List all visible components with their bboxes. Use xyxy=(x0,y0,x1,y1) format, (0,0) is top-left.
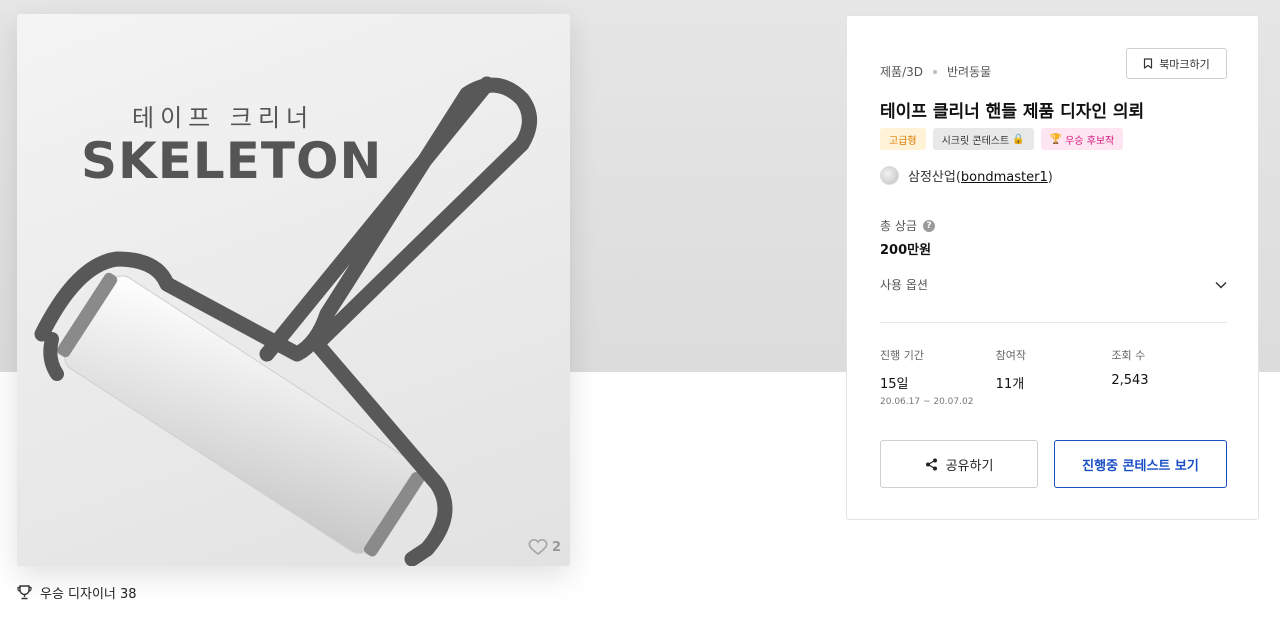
stat-participants: 참여작 11개 xyxy=(996,347,1112,407)
like-button[interactable]: 2 xyxy=(528,538,561,556)
breadcrumb: 제품/3D 반려동물 xyxy=(880,63,991,80)
tape-cleaner-illustration xyxy=(34,76,537,566)
host-name: 삼정산업(bondmaster1) xyxy=(908,170,1053,185)
bookmark-button[interactable]: 북마크하기 xyxy=(1126,48,1227,79)
heart-icon xyxy=(528,538,548,556)
lock-icon: 🔒 xyxy=(1012,133,1025,145)
bookmark-icon xyxy=(1144,58,1153,69)
host-info: 삼정산업(bondmaster1) xyxy=(880,166,1053,185)
avatar xyxy=(880,166,899,185)
divider xyxy=(880,322,1227,323)
image-title-english: SKELETON xyxy=(81,132,383,190)
stat-period-range: 20.06.17 ~ 20.07.02 xyxy=(880,397,974,407)
winner-candidate-label: 우승 후보작 xyxy=(1065,135,1115,147)
host-id-link[interactable]: bondmaster1 xyxy=(961,170,1048,185)
stat-participants-value: 11개 xyxy=(995,377,1025,392)
chevron-down-icon xyxy=(1215,281,1227,289)
badge-list: 고급형 시크릿 콘테스트 🔒 🏆 우승 후보작 xyxy=(880,128,1124,150)
trophy-icon xyxy=(17,585,32,600)
image-title-korean: 테이프 크리너 xyxy=(132,104,315,132)
bookmark-label: 북마크하기 xyxy=(1159,57,1210,71)
stat-participants-label: 참여작 xyxy=(995,349,1027,362)
contest-title: 테이프 클리너 핸들 제품 디자인 의뢰 xyxy=(880,102,1145,122)
premium-badge: 고급형 xyxy=(880,128,926,150)
trophy-icon: 🏆 xyxy=(1049,133,1063,145)
stat-views: 조회 수 2,543 xyxy=(1111,347,1227,407)
share-icon xyxy=(925,458,937,470)
breadcrumb-separator xyxy=(933,69,937,74)
share-button[interactable]: 공유하기 xyxy=(880,440,1038,488)
share-label: 공유하기 xyxy=(945,458,994,474)
prize-label: 총 상금 ? xyxy=(880,217,935,234)
contest-stats: 진행 기간 15일 20.06.17 ~ 20.07.02 참여작 11개 조회… xyxy=(880,347,1227,407)
stat-views-value: 2,543 xyxy=(1111,373,1149,388)
stat-period-label: 진행 기간 xyxy=(880,349,924,362)
secret-contest-badge: 시크릿 콘테스트 🔒 xyxy=(932,128,1034,150)
contest-info-panel: 제품/3D 반려동물 북마크하기 테이프 클리너 핸들 제품 디자인 의뢰 고급… xyxy=(846,15,1259,520)
stat-period: 진행 기간 15일 20.06.17 ~ 20.07.02 xyxy=(880,347,996,407)
usage-option-label: 사용 옵션 xyxy=(880,278,928,292)
product-image[interactable]: 테이프 크리너 SKELETON 2 xyxy=(17,14,570,566)
breadcrumb-category[interactable]: 제품/3D xyxy=(880,63,923,80)
breadcrumb-subcategory[interactable]: 반려동물 xyxy=(947,63,991,80)
stat-period-value: 15일 xyxy=(880,377,909,392)
winner-designer-text: 우승 디자이너 38 xyxy=(40,587,137,602)
winner-candidate-badge: 🏆 우승 후보작 xyxy=(1040,128,1124,150)
help-icon[interactable]: ? xyxy=(922,219,935,232)
usage-option-toggle[interactable]: 사용 옵션 xyxy=(880,276,1227,293)
view-ongoing-contests-button[interactable]: 진행중 콘테스트 보기 xyxy=(1054,440,1227,488)
prize-value: 200만원 xyxy=(880,243,932,258)
stat-views-label: 조회 수 xyxy=(1111,349,1146,362)
prize-label-text: 총 상금 xyxy=(880,219,917,233)
secret-contest-label: 시크릿 콘테스트 xyxy=(941,135,1010,147)
winner-designer-info: 우승 디자이너 38 xyxy=(17,583,137,602)
like-count: 2 xyxy=(551,539,561,555)
